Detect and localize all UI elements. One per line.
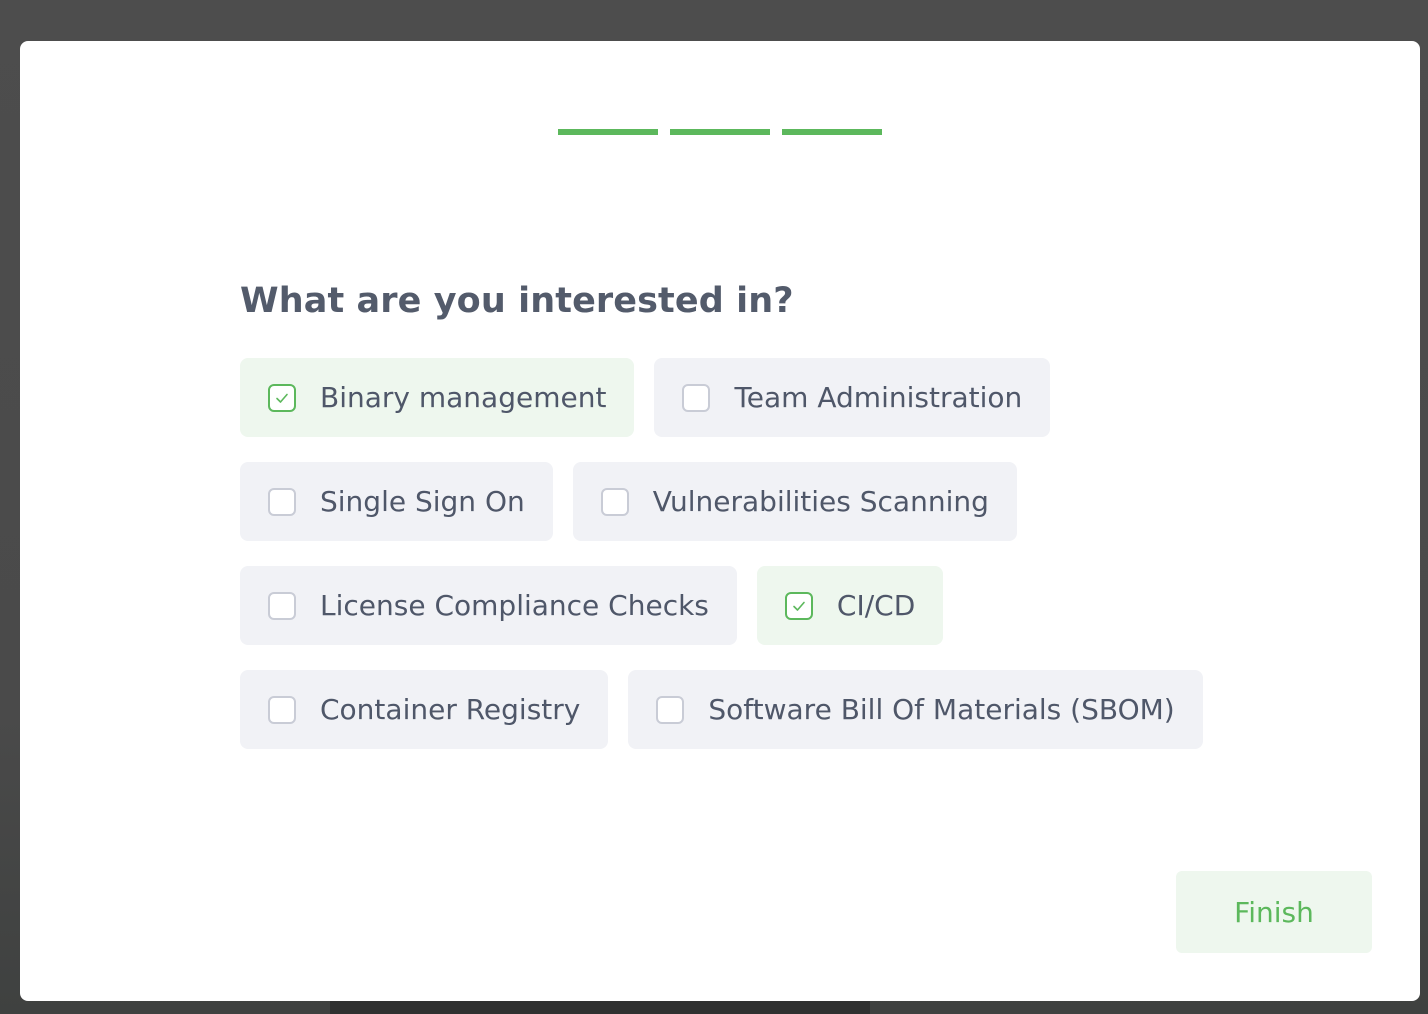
option-checkbox[interactable]: [268, 695, 296, 724]
option-binary-management[interactable]: Binary management: [240, 358, 635, 437]
option-checkbox[interactable]: [268, 487, 296, 516]
progress-step-1: [558, 129, 658, 135]
options-row-4: Container Registry Software Bill Of Mate…: [240, 670, 1203, 749]
progress-step-2: [670, 129, 770, 135]
option-team-administration[interactable]: Team Administration: [654, 358, 1051, 437]
check-icon: [276, 393, 288, 403]
option-label: CI/CD: [836, 589, 916, 622]
options-row-3: License Compliance Checks CI/CD: [240, 566, 1200, 645]
option-license-compliance-checks[interactable]: License Compliance Checks: [240, 566, 737, 645]
onboarding-modal: What are you interested in? Binary manag…: [20, 41, 1420, 1001]
question-title: What are you interested in?: [240, 281, 794, 321]
check-icon: [793, 601, 805, 611]
option-label: Vulnerabilities Scanning: [652, 485, 989, 518]
option-label: Team Administration: [734, 381, 1023, 414]
option-container-registry[interactable]: Container Registry: [240, 670, 609, 749]
option-checkbox[interactable]: [682, 383, 711, 412]
option-label: Software Bill Of Materials (SBOM): [708, 693, 1175, 726]
finish-button[interactable]: Finish: [1176, 871, 1372, 953]
options-row-1: Binary management Team Administration: [240, 358, 1200, 437]
interest-options: Binary management Team Administration Si…: [240, 358, 1203, 774]
option-checkbox[interactable]: [268, 591, 296, 620]
backdrop-shadow: [330, 1000, 870, 1014]
option-checkbox[interactable]: [268, 383, 296, 412]
options-row-2: Single Sign On Vulnerabilities Scanning: [240, 462, 1200, 541]
option-label: License Compliance Checks: [320, 589, 709, 622]
option-label: Binary management: [320, 381, 607, 414]
progress-step-3: [782, 129, 882, 135]
option-checkbox[interactable]: [656, 695, 685, 724]
option-checkbox[interactable]: [600, 487, 629, 516]
option-sbom[interactable]: Software Bill Of Materials (SBOM): [628, 670, 1203, 749]
step-progress-indicator: [558, 129, 882, 135]
option-vulnerabilities-scanning[interactable]: Vulnerabilities Scanning: [572, 462, 1017, 541]
option-label: Container Registry: [320, 693, 581, 726]
option-single-sign-on[interactable]: Single Sign On: [240, 462, 553, 541]
option-checkbox[interactable]: [784, 591, 813, 620]
option-ci-cd[interactable]: CI/CD: [756, 566, 944, 645]
option-label: Single Sign On: [320, 485, 525, 518]
